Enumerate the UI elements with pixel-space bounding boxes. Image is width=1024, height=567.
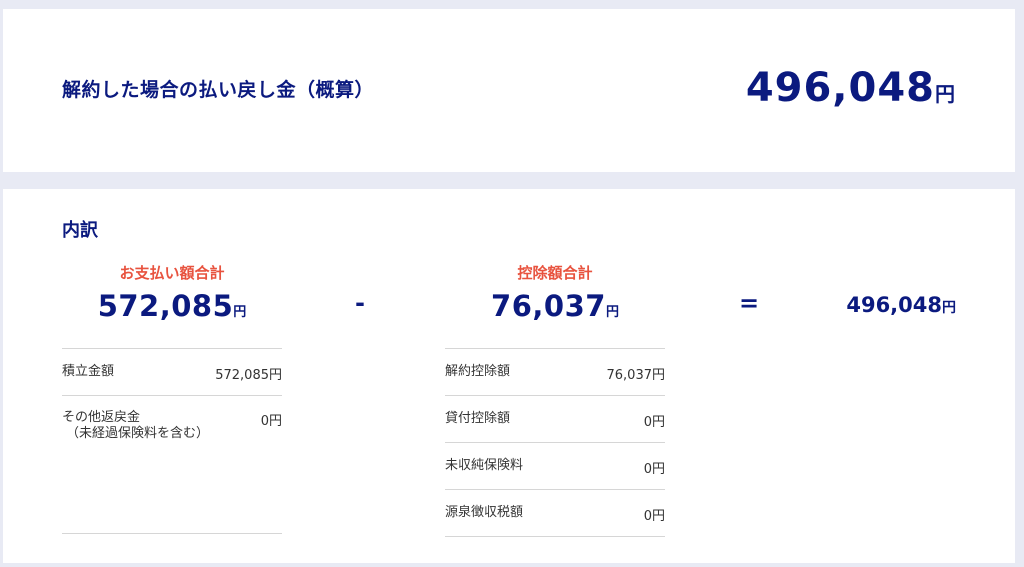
deductions-heading: 控除額合計	[517, 264, 593, 282]
result-amount-unit: 円	[942, 300, 956, 316]
refund-amount-unit: 円	[935, 82, 955, 106]
item-value: 0円	[643, 415, 665, 430]
refund-amount: 496,048円	[746, 65, 955, 111]
item-label: 積立金額	[62, 364, 115, 379]
list-item: 源泉徴収税額 0円	[445, 490, 665, 537]
list-item: 未収純保険料 0円	[445, 443, 665, 490]
list-item: 貸付控除額 0円	[445, 396, 665, 443]
deductions-total: 76,037円	[445, 289, 665, 323]
item-value: 0円	[643, 509, 665, 524]
deductions-total-value: 76,037	[491, 289, 606, 323]
item-sublabel: （未経過保険料を含む）	[66, 426, 210, 441]
result-amount-value: 496,048	[846, 293, 942, 317]
refund-summary-card: 解約した場合の払い戻し金（概算） 496,048円	[3, 9, 1015, 172]
item-value: 76,037円	[606, 368, 666, 383]
item-label-main: その他返戻金	[62, 410, 141, 425]
equals-operator: =	[739, 289, 760, 317]
deductions-total-unit: 円	[605, 305, 619, 320]
item-label: その他返戻金 （未経過保険料を含む）	[62, 410, 209, 442]
deductions-list: 解約控除額 76,037円 貸付控除額 0円 未収純保険料 0円 源泉徴収税額 …	[445, 348, 665, 537]
breakdown-title: 内訳	[62, 220, 98, 241]
item-label: 貸付控除額	[445, 411, 511, 426]
result-amount: 496,048円	[846, 293, 956, 317]
item-value: 0円	[260, 414, 282, 429]
payments-list: 積立金額 572,085円 その他返戻金 （未経過保険料を含む） 0円	[62, 348, 282, 534]
minus-operator: -	[355, 289, 365, 317]
payments-total-unit: 円	[233, 305, 247, 320]
breakdown-card: 内訳 お支払い額合計 572,085円 - 控除額合計 76,037円 = 49…	[3, 189, 1015, 563]
payments-total: 572,085円	[62, 289, 282, 323]
refund-amount-value: 496,048	[745, 65, 935, 111]
item-value: 0円	[643, 462, 665, 477]
item-label: 未収純保険料	[445, 458, 524, 473]
list-item: 積立金額 572,085円	[62, 349, 282, 396]
item-value: 572,085円	[215, 368, 282, 383]
item-label: 解約控除額	[445, 364, 511, 379]
payments-total-value: 572,085	[97, 289, 234, 323]
item-label: 源泉徴収税額	[445, 505, 524, 520]
list-item: 解約控除額 76,037円	[445, 349, 665, 396]
payments-heading: お支払い額合計	[119, 264, 225, 282]
refund-title: 解約した場合の払い戻し金（概算）	[62, 79, 375, 101]
list-item: その他返戻金 （未経過保険料を含む） 0円	[62, 396, 282, 534]
